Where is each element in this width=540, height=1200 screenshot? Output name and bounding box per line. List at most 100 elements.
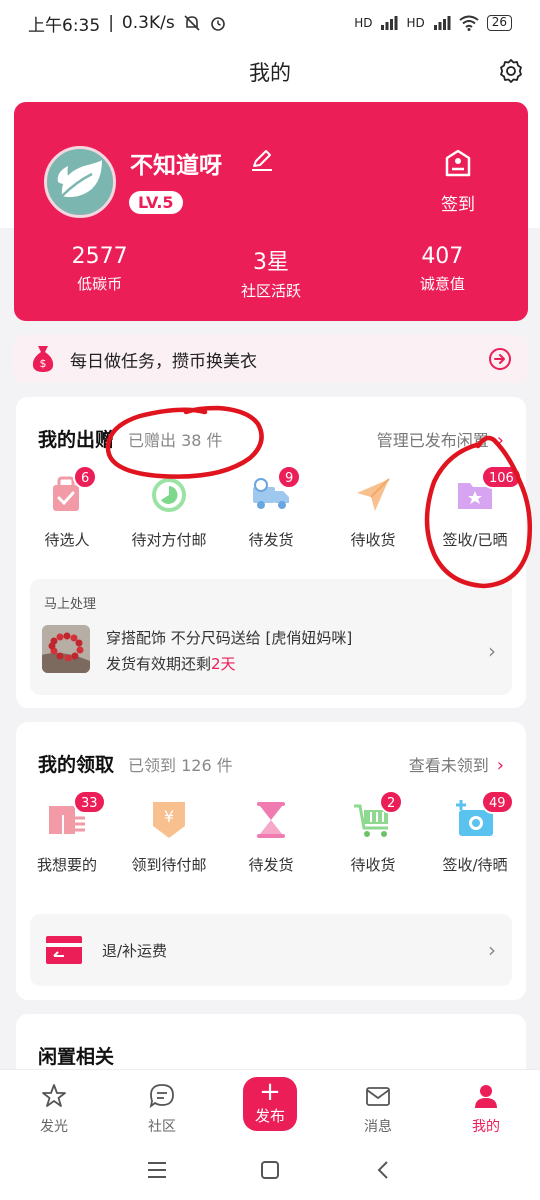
stat-value: 2577 xyxy=(71,244,128,269)
back-nav-button[interactable] xyxy=(368,1155,398,1185)
item-label: 签收/已晒 xyxy=(442,531,508,549)
battery-indicator: 26 xyxy=(486,15,512,31)
giving-item-to-receive[interactable]: 待收货 xyxy=(322,473,424,550)
edit-name-button[interactable] xyxy=(250,148,274,172)
stat-sincerity[interactable]: 407 诚意值 xyxy=(357,244,528,301)
pending-deadline: 发货有效期还剩2天 xyxy=(106,653,236,674)
publish-button[interactable]: + 发布 xyxy=(243,1077,297,1131)
avatar[interactable] xyxy=(44,146,116,218)
bracelet-photo xyxy=(42,625,90,673)
receiving-status-row: 33 我想要的 ¥ 领到待付邮 待发货 2 待收货 49 签收/待晒 xyxy=(16,790,526,875)
deadline-value: 2天 xyxy=(211,655,236,673)
tab-shine[interactable]: 发光 xyxy=(0,1070,108,1140)
giving-item-awaiting-postage[interactable]: 待对方付邮 xyxy=(118,473,220,550)
tab-messages[interactable]: 消息 xyxy=(324,1070,432,1140)
title-bar: 我的 xyxy=(0,46,540,98)
pending-action-box[interactable]: 马上处理 穿搭配饰 不分尺码送给 [虎俏妞妈咪] 发货有效期还剩2天 › xyxy=(30,579,512,695)
bell-off-icon xyxy=(184,15,200,31)
view-not-received-link[interactable]: 查看未领到 xyxy=(409,752,489,776)
item-label: 待发货 xyxy=(248,856,294,874)
pencil-icon xyxy=(252,150,272,171)
yen-envelope-icon: ¥ xyxy=(153,802,185,838)
idle-title: 闲置相关 xyxy=(38,1046,115,1068)
tab-mine[interactable]: 我的 xyxy=(432,1070,540,1140)
star-icon xyxy=(42,1084,66,1107)
badge-count: 49 xyxy=(481,790,514,814)
settings-button[interactable] xyxy=(496,56,526,86)
item-label: 领到待付邮 xyxy=(131,856,207,874)
badge-count: 9 xyxy=(277,465,302,489)
stat-label: 社区活跃 xyxy=(240,282,301,300)
leaf-logo-icon xyxy=(57,160,102,198)
refund-postage-row[interactable]: 退/补运费 › xyxy=(30,914,512,986)
stat-community-activity[interactable]: 3星 社区活跃 xyxy=(185,244,356,301)
giving-item-to-ship[interactable]: 9 待发货 xyxy=(220,465,322,550)
manage-posted-link[interactable]: 管理已发布闲置 xyxy=(377,427,489,451)
daily-task-banner[interactable]: $ 每日做任务，攒币换美衣 xyxy=(14,335,528,383)
stat-label: 低碳币 xyxy=(77,275,123,293)
giving-count: 已赠出 38 件 xyxy=(128,431,223,450)
menu-nav-button[interactable] xyxy=(142,1155,172,1185)
gear-icon xyxy=(500,59,522,83)
receiving-item-to-receive[interactable]: 2 待收货 xyxy=(322,790,424,875)
receiving-item-awaiting-postage[interactable]: ¥ 领到待付邮 xyxy=(118,798,220,875)
signal-icon-2 xyxy=(433,16,451,30)
badge-count: 2 xyxy=(379,790,404,814)
tab-label: 发光 xyxy=(40,1119,68,1135)
tab-label: 消息 xyxy=(364,1119,392,1135)
person-icon xyxy=(475,1085,497,1108)
status-time: 上午6:35 xyxy=(28,15,101,36)
pending-item-title: 穿搭配饰 不分尺码送给 [虎俏妞妈咪] xyxy=(106,629,353,647)
giving-card: 我的出赠 已赠出 38 件 管理已发布闲置 › 6 待选人 待对方付邮 9 待发… xyxy=(16,397,526,708)
giving-item-received-shown[interactable]: 106 签收/已晒 xyxy=(424,465,526,550)
alarm-icon xyxy=(210,17,225,31)
receiving-count: 已领到 126 件 xyxy=(128,756,233,775)
receiving-title: 我的领取 xyxy=(38,754,115,776)
svg-text:$: $ xyxy=(40,357,47,370)
signal-icon xyxy=(381,16,398,30)
level-badge: LV.5 xyxy=(129,191,183,214)
receiving-item-to-ship[interactable]: 待发货 xyxy=(220,798,322,875)
tab-community[interactable]: 社区 xyxy=(108,1070,216,1140)
receiving-item-to-show[interactable]: 49 签收/待晒 xyxy=(424,790,526,875)
stat-value: 3星 xyxy=(252,250,289,275)
hourglass-icon xyxy=(257,802,285,838)
page-title: 我的 xyxy=(249,61,291,85)
tab-label: 我的 xyxy=(472,1119,500,1135)
giving-title: 我的出赠 xyxy=(38,429,115,451)
chevron-right-icon: › xyxy=(488,938,496,962)
hd-label-2: HD xyxy=(406,16,425,30)
system-nav-bar xyxy=(0,1140,540,1200)
stat-carbon-coins[interactable]: 2577 低碳币 xyxy=(14,244,185,301)
menu-icon xyxy=(147,1162,166,1178)
item-thumbnail xyxy=(42,625,90,673)
status-speed: 0.3K/s xyxy=(121,13,175,33)
username: 不知道呀 xyxy=(130,153,222,179)
receiving-item-wanted[interactable]: 33 我想要的 xyxy=(16,790,118,875)
stat-label: 诚意值 xyxy=(419,275,465,293)
status-bar: 上午6:35 | 0.3K/s HD HD 26 xyxy=(0,0,540,46)
stat-value: 407 xyxy=(421,244,464,269)
hd-label-1: HD xyxy=(354,16,373,30)
banner-text: 每日做任务，攒币换美衣 xyxy=(70,351,257,372)
arrow-circle-right-icon xyxy=(489,348,511,370)
checkin-button[interactable]: 签到 xyxy=(428,148,488,215)
giving-item-select-recipient[interactable]: 6 待选人 xyxy=(16,465,118,550)
chevron-right-icon: › xyxy=(488,639,496,663)
item-label: 待收货 xyxy=(350,856,396,874)
receiving-card: 我的领取 已领到 126 件 查看未领到 › 33 我想要的 ¥ 领到待付邮 待… xyxy=(16,722,526,1000)
refund-label: 退/补运费 xyxy=(102,941,168,960)
profile-card: 不知道呀 LV.5 签到 2577 低碳币 3星 社区活跃 407 诚意值 xyxy=(14,102,528,321)
mail-icon xyxy=(366,1087,390,1106)
checkin-label: 签到 xyxy=(441,195,475,215)
clock-circle-icon xyxy=(152,478,186,512)
chevron-right-icon: › xyxy=(496,755,504,776)
badge-count: 106 xyxy=(481,465,522,489)
home-nav-button[interactable] xyxy=(255,1155,285,1185)
giving-status-row: 6 待选人 待对方付邮 9 待发货 待收货 106 签收/已晒 xyxy=(16,465,526,550)
wifi-icon xyxy=(459,15,479,31)
item-label: 待收货 xyxy=(350,531,396,549)
item-label: 签收/待晒 xyxy=(442,856,508,874)
status-divider: | xyxy=(108,13,114,33)
chat-icon xyxy=(149,1084,174,1109)
